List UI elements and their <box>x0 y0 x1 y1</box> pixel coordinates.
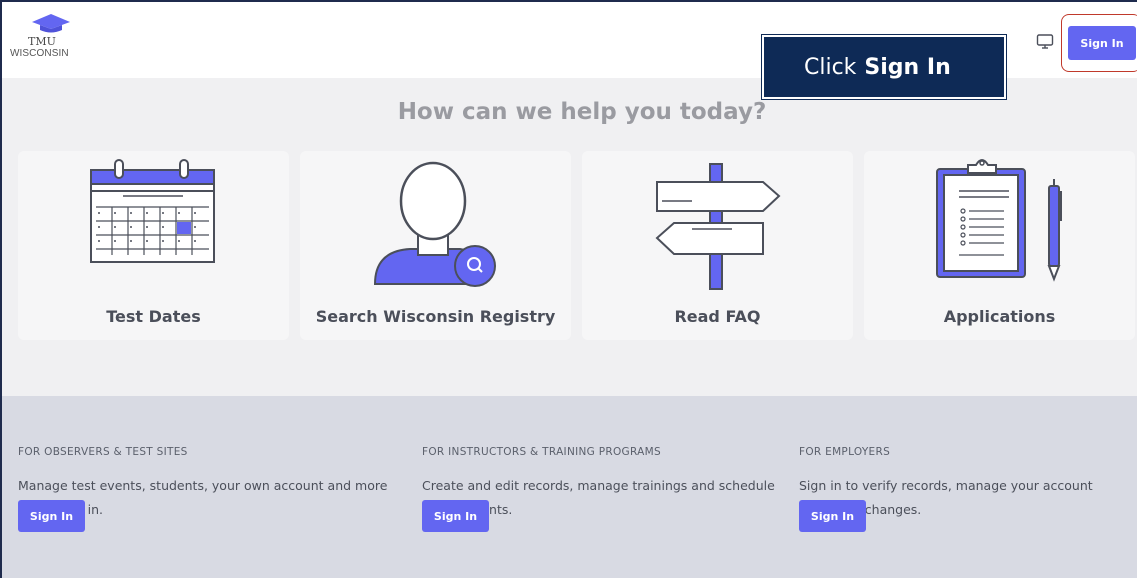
observers-sign-in-button[interactable]: Sign In <box>18 500 85 532</box>
callout-bold: Sign In <box>864 54 951 80</box>
card-label: Applications <box>943 307 1056 326</box>
person-search-icon <box>373 161 496 287</box>
card-search-registry[interactable]: Search Wisconsin Registry <box>300 151 571 340</box>
monitor-icon[interactable] <box>1036 33 1054 51</box>
callout-prefix: Click <box>804 54 857 80</box>
signpost-icon <box>655 163 781 290</box>
employers-sign-in-button[interactable]: Sign In <box>799 500 866 532</box>
instructors-sign-in-button[interactable]: Sign In <box>422 500 489 532</box>
instruction-callout: Click Sign In <box>761 34 1007 100</box>
observers-heading: FOR OBSERVERS & TEST SITES <box>18 446 188 458</box>
logo-title: TMU <box>28 35 56 48</box>
card-read-faq[interactable]: Read FAQ <box>582 151 853 340</box>
clipboard-icon <box>936 159 1062 282</box>
card-label: Read FAQ <box>674 307 761 326</box>
card-applications[interactable]: Applications <box>864 151 1135 340</box>
graduation-cap-icon <box>32 14 70 33</box>
card-label: Test Dates <box>106 307 201 326</box>
header-sign-in-button[interactable]: Sign In <box>1068 26 1136 60</box>
calendar-icon <box>90 159 215 263</box>
audience-section: FOR OBSERVERS & TEST SITES Manage test e… <box>2 396 1137 578</box>
tmu-logo[interactable]: TMU WISCONSIN <box>10 14 90 70</box>
card-test-dates[interactable]: Test Dates <box>18 151 289 340</box>
employers-heading: FOR EMPLOYERS <box>799 446 891 458</box>
card-label: Search Wisconsin Registry <box>315 307 556 326</box>
instructors-heading: FOR INSTRUCTORS & TRAINING PROGRAMS <box>422 446 661 458</box>
logo-subtitle: WISCONSIN <box>10 48 69 59</box>
help-section: How can we help you today? Test Dates Se… <box>2 78 1137 396</box>
help-heading: How can we help you today? <box>397 99 767 125</box>
